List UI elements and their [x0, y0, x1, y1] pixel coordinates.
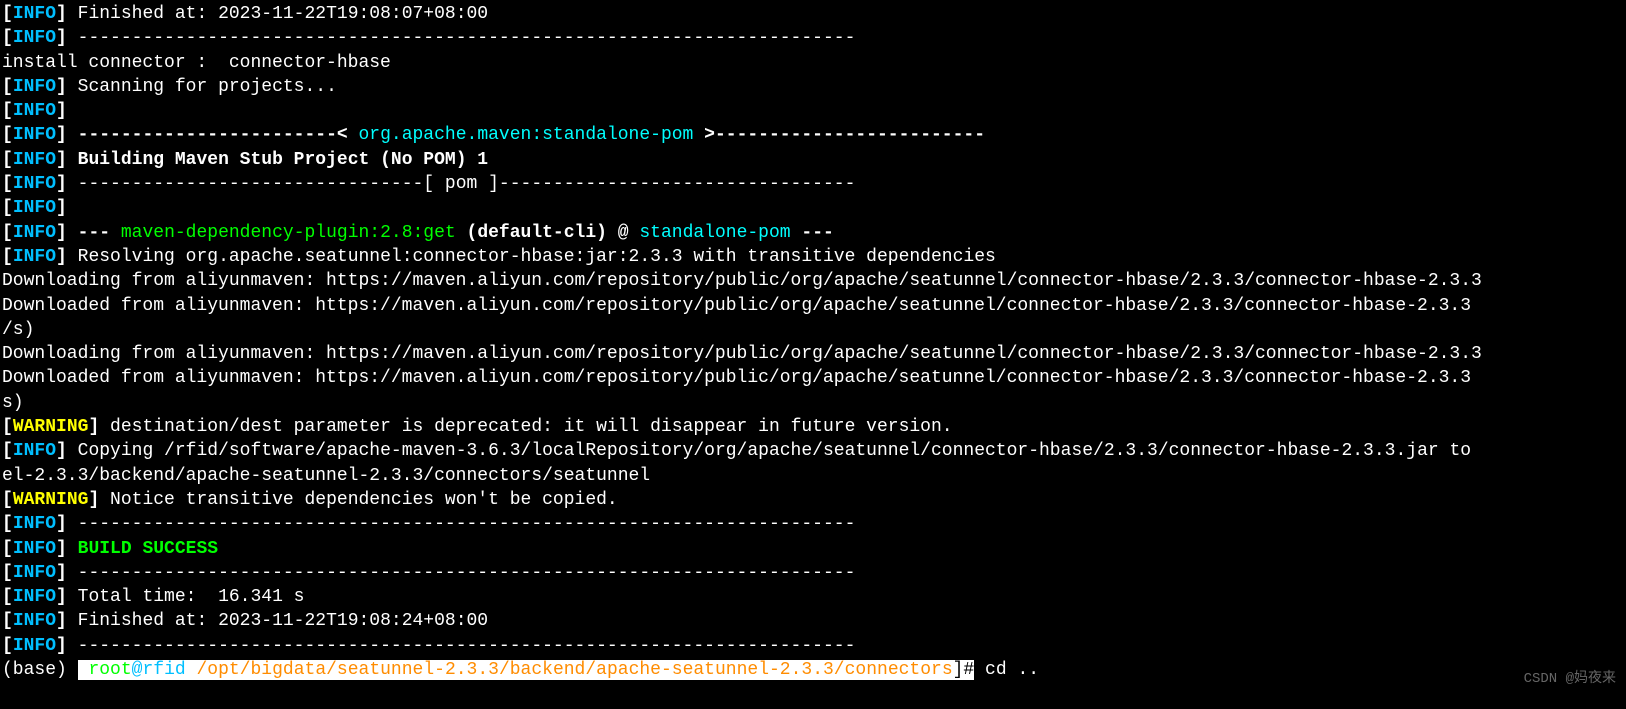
- terminal-line: [INFO] BUILD SUCCESS: [2, 537, 1624, 561]
- terminal-line: [INFO] Building Maven Stub Project (No P…: [2, 148, 1624, 172]
- terminal-line: [INFO] ---------------------------------…: [2, 561, 1624, 585]
- terminal-line: [INFO] Finished at: 2023-11-22T19:08:24+…: [2, 609, 1624, 633]
- terminal-line: [INFO] --- maven-dependency-plugin:2.8:g…: [2, 221, 1624, 245]
- terminal-line: [INFO] ---------------------------------…: [2, 26, 1624, 50]
- terminal-line: /s): [2, 318, 1624, 342]
- terminal-line: [INFO] Finished at: 2023-11-22T19:08:07+…: [2, 2, 1624, 26]
- terminal-line: Downloaded from aliyunmaven: https://mav…: [2, 366, 1624, 390]
- terminal-prompt[interactable]: (base) root@rfid /opt/bigdata/seatunnel-…: [2, 658, 1624, 682]
- terminal-line: [WARNING] Notice transitive dependencies…: [2, 488, 1624, 512]
- terminal-line: Downloaded from aliyunmaven: https://mav…: [2, 294, 1624, 318]
- terminal-line: [INFO] Total time: 16.341 s: [2, 585, 1624, 609]
- terminal-line: [INFO] Copying /rfid/software/apache-mav…: [2, 439, 1624, 463]
- terminal-line: install connector : connector-hbase: [2, 51, 1624, 75]
- terminal-line: [INFO] --------------------------------[…: [2, 172, 1624, 196]
- terminal-line: Downloading from aliyunmaven: https://ma…: [2, 269, 1624, 293]
- terminal-line: s): [2, 391, 1624, 415]
- terminal-line: [INFO]: [2, 99, 1624, 123]
- terminal-line: [INFO] Resolving org.apache.seatunnel:co…: [2, 245, 1624, 269]
- terminal-line: [INFO] Scanning for projects...: [2, 75, 1624, 99]
- command-input[interactable]: cd ..: [974, 660, 1039, 680]
- terminal-line: [INFO] ---------------------------------…: [2, 634, 1624, 658]
- terminal-line: el-2.3.3/backend/apache-seatunnel-2.3.3/…: [2, 464, 1624, 488]
- terminal-line: [INFO] ---------------------------------…: [2, 512, 1624, 536]
- terminal-line: [INFO]: [2, 196, 1624, 220]
- terminal-line: [WARNING] destination/dest parameter is …: [2, 415, 1624, 439]
- watermark: CSDN @妈夜来: [1524, 670, 1616, 689]
- terminal-line: [INFO] ------------------------< org.apa…: [2, 123, 1624, 147]
- terminal-line: Downloading from aliyunmaven: https://ma…: [2, 342, 1624, 366]
- terminal-output[interactable]: [INFO] Finished at: 2023-11-22T19:08:07+…: [2, 2, 1624, 682]
